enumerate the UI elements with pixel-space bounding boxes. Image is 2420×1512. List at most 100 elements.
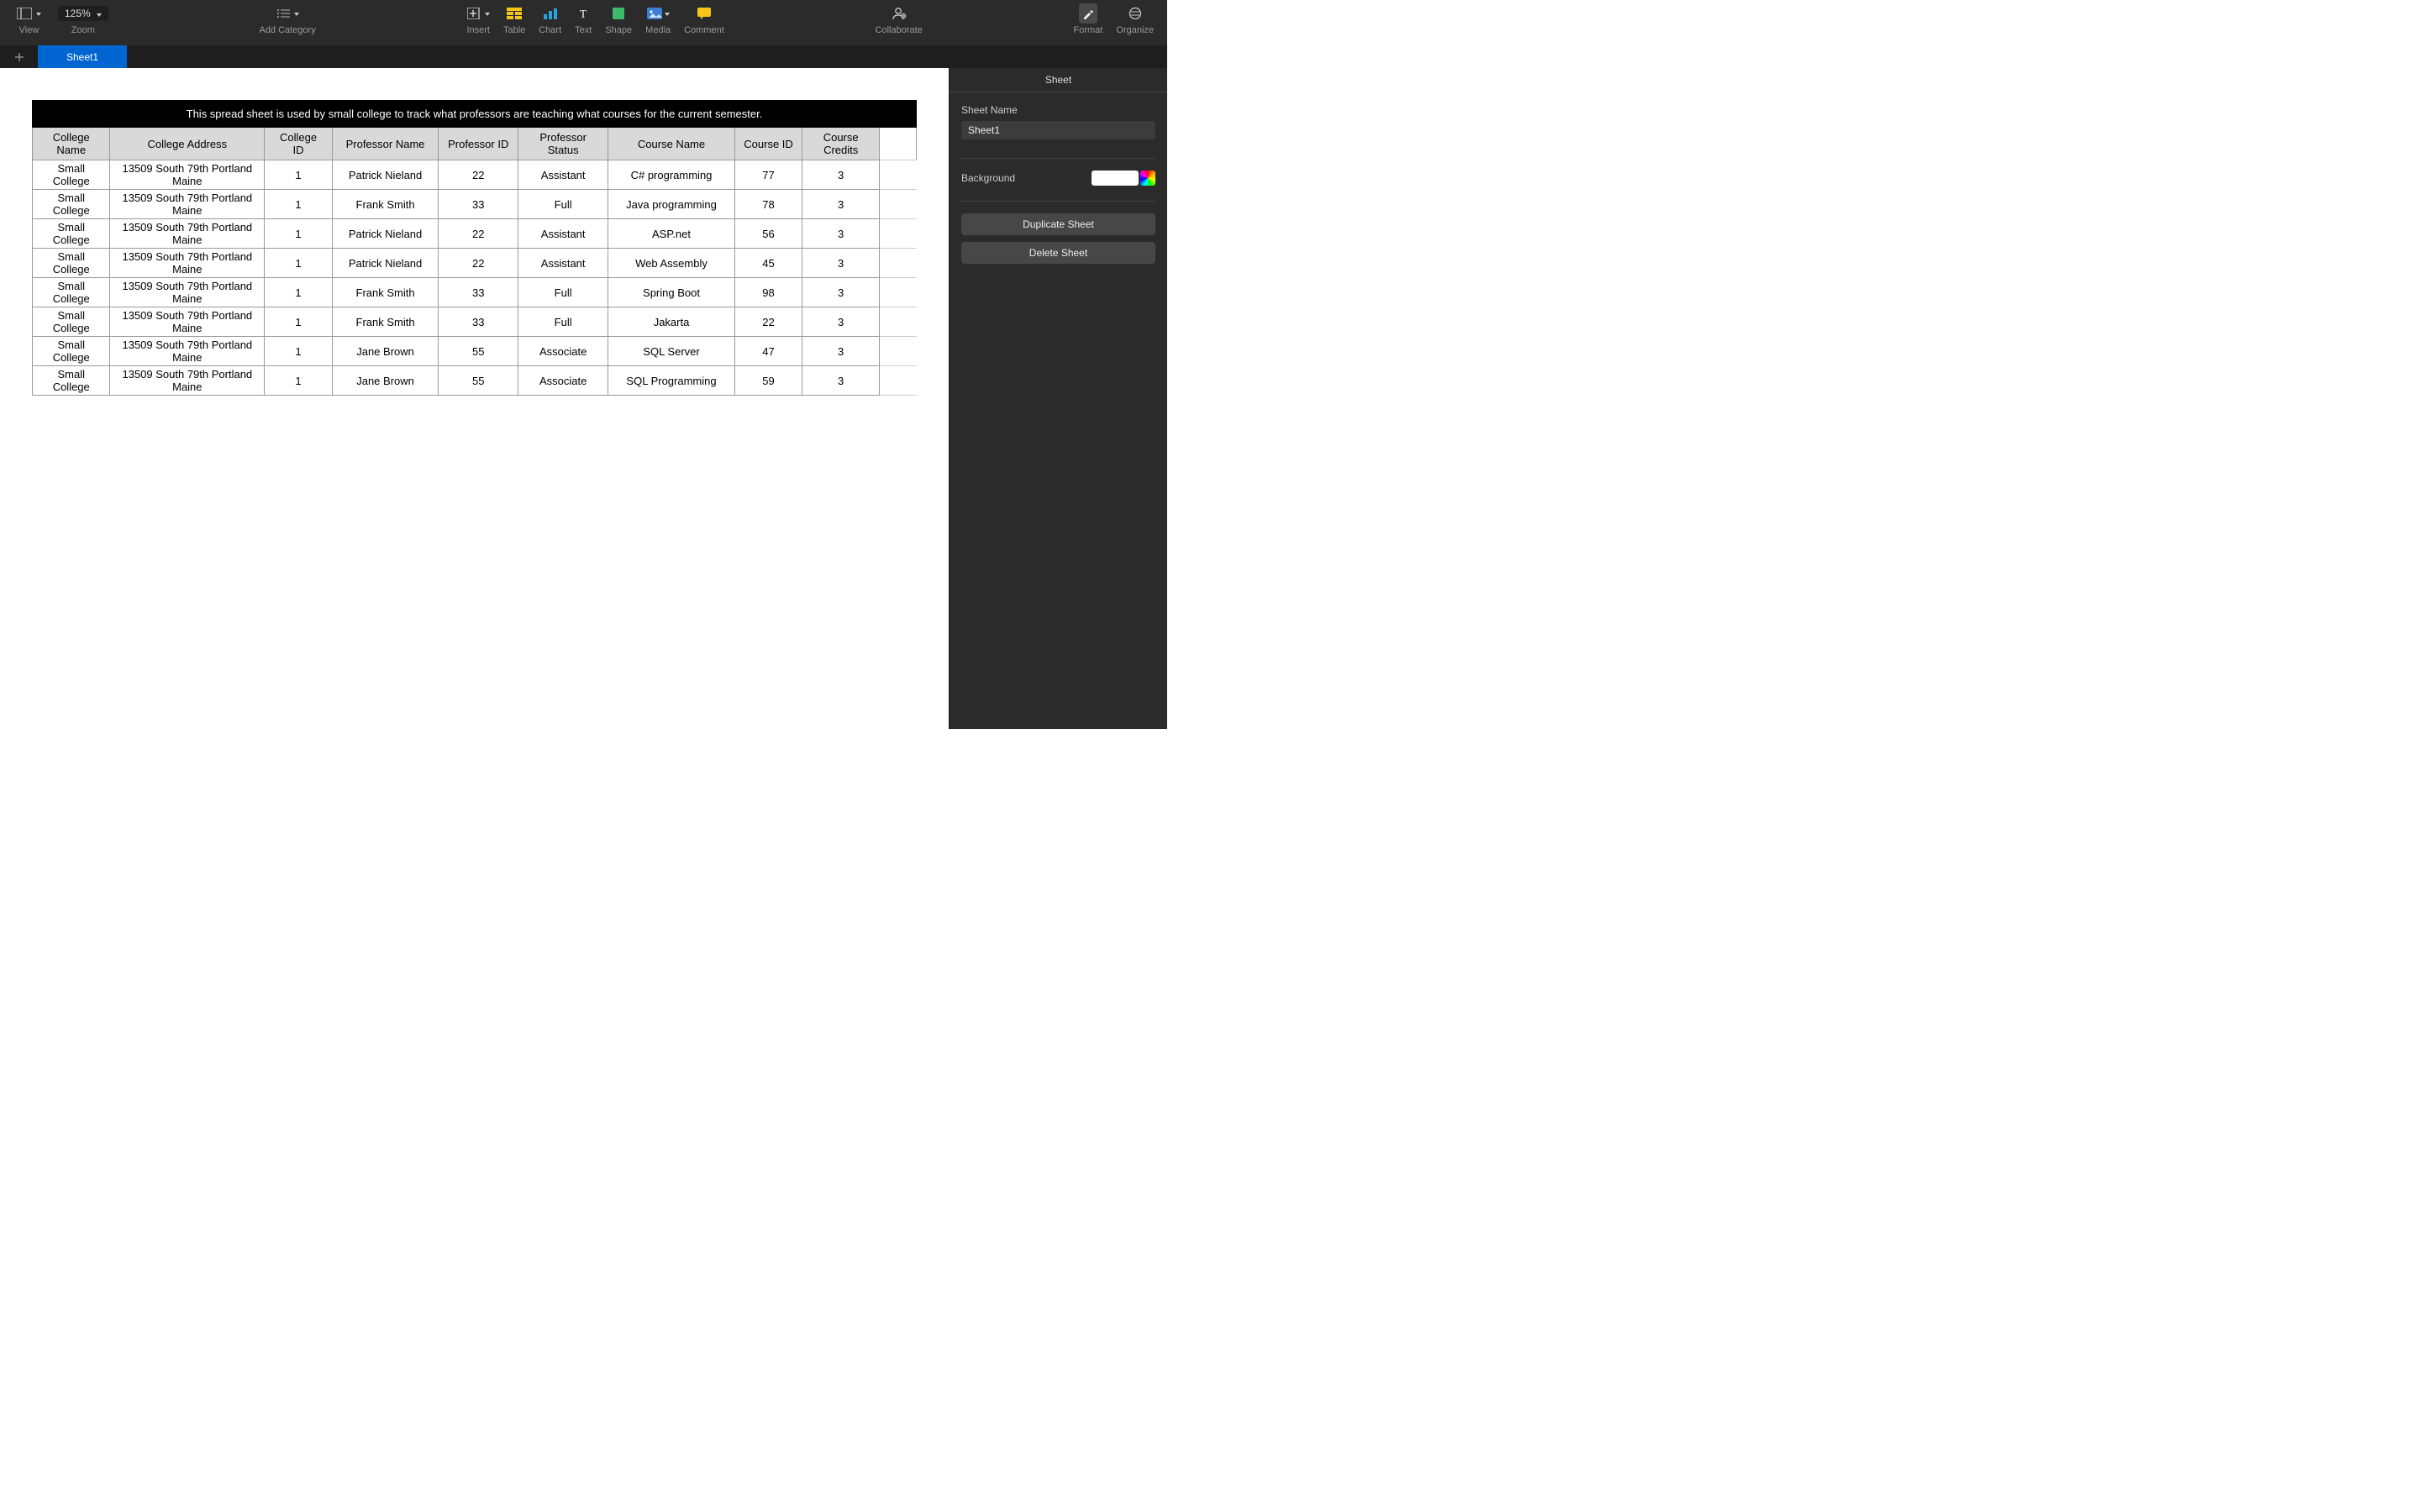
table-cell[interactable]: 3 bbox=[802, 366, 880, 396]
table-cell[interactable]: 98 bbox=[734, 278, 802, 307]
table-cell[interactable]: Frank Smith bbox=[332, 190, 438, 219]
table-cell[interactable]: 13509 South 79th Portland Maine bbox=[110, 278, 265, 307]
table-cell[interactable]: Frank Smith bbox=[332, 278, 438, 307]
table-cell[interactable]: Web Assembly bbox=[608, 249, 735, 278]
table-cell[interactable]: 3 bbox=[802, 249, 880, 278]
media-menu[interactable]: Media bbox=[645, 3, 671, 35]
zoom-menu[interactable]: 125% Zoom bbox=[58, 3, 108, 35]
table-cell[interactable]: 13509 South 79th Portland Maine bbox=[110, 219, 265, 249]
table-cell[interactable]: 55 bbox=[439, 366, 518, 396]
collaborate-button[interactable]: Collaborate bbox=[876, 3, 923, 35]
table-row[interactable]: Small College13509 South 79th Portland M… bbox=[33, 219, 917, 249]
col-header[interactable]: College ID bbox=[265, 128, 333, 160]
color-picker-button[interactable] bbox=[1140, 171, 1155, 186]
table-cell[interactable]: Jakarta bbox=[608, 307, 735, 337]
table-cell[interactable]: 13509 South 79th Portland Maine bbox=[110, 366, 265, 396]
table-cell[interactable]: 1 bbox=[265, 160, 333, 190]
organize-button[interactable]: Organize bbox=[1116, 3, 1154, 35]
col-header-empty[interactable] bbox=[880, 128, 917, 160]
col-header[interactable]: Professor ID bbox=[439, 128, 518, 160]
table-cell[interactable]: ASP.net bbox=[608, 219, 735, 249]
shape-menu[interactable]: Shape bbox=[605, 3, 632, 35]
data-table[interactable]: This spread sheet is used by small colle… bbox=[32, 100, 917, 396]
table-row[interactable]: Small College13509 South 79th Portland M… bbox=[33, 366, 917, 396]
col-header[interactable]: Course Credits bbox=[802, 128, 880, 160]
table-cell[interactable]: Small College bbox=[33, 337, 110, 366]
table-cell[interactable]: 1 bbox=[265, 307, 333, 337]
table-cell[interactable]: SQL Server bbox=[608, 337, 735, 366]
table-cell[interactable]: 55 bbox=[439, 337, 518, 366]
delete-sheet-button[interactable]: Delete Sheet bbox=[961, 242, 1155, 264]
table-cell[interactable]: 1 bbox=[265, 219, 333, 249]
sheet-name-input[interactable] bbox=[961, 121, 1155, 139]
table-cell[interactable]: 1 bbox=[265, 190, 333, 219]
table-cell[interactable]: Spring Boot bbox=[608, 278, 735, 307]
table-cell[interactable]: Small College bbox=[33, 307, 110, 337]
table-cell[interactable]: Small College bbox=[33, 249, 110, 278]
table-row[interactable]: Small College13509 South 79th Portland M… bbox=[33, 160, 917, 190]
table-cell[interactable]: Assistant bbox=[518, 219, 608, 249]
table-cell[interactable]: 13509 South 79th Portland Maine bbox=[110, 307, 265, 337]
table-cell-empty[interactable] bbox=[880, 307, 917, 337]
col-header[interactable]: Professor Name bbox=[332, 128, 438, 160]
insert-menu[interactable]: Insert bbox=[466, 3, 490, 35]
table-cell[interactable]: 3 bbox=[802, 219, 880, 249]
table-cell[interactable]: Full bbox=[518, 190, 608, 219]
table-cell[interactable]: 3 bbox=[802, 278, 880, 307]
table-cell[interactable]: 3 bbox=[802, 307, 880, 337]
table-cell-empty[interactable] bbox=[880, 249, 917, 278]
background-color-swatch[interactable] bbox=[1092, 171, 1139, 186]
table-cell[interactable]: 33 bbox=[439, 307, 518, 337]
text-tool[interactable]: T Text bbox=[575, 3, 592, 35]
format-button[interactable]: Format bbox=[1074, 3, 1103, 35]
table-cell[interactable]: 1 bbox=[265, 278, 333, 307]
table-cell[interactable]: 45 bbox=[734, 249, 802, 278]
col-header[interactable]: College Name bbox=[33, 128, 110, 160]
inspector-tab-sheet[interactable]: Sheet bbox=[950, 68, 1167, 92]
table-cell[interactable]: Small College bbox=[33, 219, 110, 249]
add-category-menu[interactable]: Add Category bbox=[259, 3, 315, 35]
table-cell[interactable]: 47 bbox=[734, 337, 802, 366]
table-cell-empty[interactable] bbox=[880, 219, 917, 249]
table-cell[interactable]: 33 bbox=[439, 190, 518, 219]
col-header[interactable]: Professor Status bbox=[518, 128, 608, 160]
table-cell[interactable]: 1 bbox=[265, 366, 333, 396]
duplicate-sheet-button[interactable]: Duplicate Sheet bbox=[961, 213, 1155, 235]
table-cell[interactable]: 3 bbox=[802, 190, 880, 219]
table-header-row[interactable]: College Name College Address College ID … bbox=[33, 128, 917, 160]
table-cell[interactable]: Associate bbox=[518, 366, 608, 396]
table-cell[interactable]: C# programming bbox=[608, 160, 735, 190]
comment-tool[interactable]: Comment bbox=[684, 3, 724, 35]
table-cell[interactable]: Patrick Nieland bbox=[332, 160, 438, 190]
table-cell[interactable]: Jane Brown bbox=[332, 366, 438, 396]
view-menu[interactable]: View bbox=[13, 3, 45, 35]
table-cell[interactable]: 33 bbox=[439, 278, 518, 307]
table-cell[interactable]: Small College bbox=[33, 190, 110, 219]
table-row[interactable]: Small College13509 South 79th Portland M… bbox=[33, 190, 917, 219]
table-cell[interactable]: Patrick Nieland bbox=[332, 219, 438, 249]
table-cell[interactable]: 78 bbox=[734, 190, 802, 219]
table-cell[interactable]: Assistant bbox=[518, 160, 608, 190]
table-cell[interactable]: Small College bbox=[33, 366, 110, 396]
chart-menu[interactable]: Chart bbox=[539, 3, 561, 35]
canvas[interactable]: This spread sheet is used by small colle… bbox=[0, 68, 949, 729]
table-cell[interactable]: Full bbox=[518, 278, 608, 307]
table-cell[interactable]: 22 bbox=[439, 219, 518, 249]
table-cell[interactable]: SQL Programming bbox=[608, 366, 735, 396]
table-cell[interactable]: 13509 South 79th Portland Maine bbox=[110, 190, 265, 219]
table-title-row[interactable]: This spread sheet is used by small colle… bbox=[33, 101, 917, 128]
table-cell[interactable]: 22 bbox=[439, 160, 518, 190]
table-cell[interactable]: 13509 South 79th Portland Maine bbox=[110, 249, 265, 278]
table-cell[interactable]: Small College bbox=[33, 278, 110, 307]
table-row[interactable]: Small College13509 South 79th Portland M… bbox=[33, 307, 917, 337]
table-cell-empty[interactable] bbox=[880, 337, 917, 366]
table-cell[interactable]: Frank Smith bbox=[332, 307, 438, 337]
table-cell-empty[interactable] bbox=[880, 278, 917, 307]
add-sheet-button[interactable] bbox=[0, 45, 38, 68]
table-cell[interactable]: 3 bbox=[802, 160, 880, 190]
table-cell[interactable]: 77 bbox=[734, 160, 802, 190]
table-cell[interactable]: 56 bbox=[734, 219, 802, 249]
table-cell[interactable]: Java programming bbox=[608, 190, 735, 219]
table-cell-empty[interactable] bbox=[880, 190, 917, 219]
table-row[interactable]: Small College13509 South 79th Portland M… bbox=[33, 278, 917, 307]
